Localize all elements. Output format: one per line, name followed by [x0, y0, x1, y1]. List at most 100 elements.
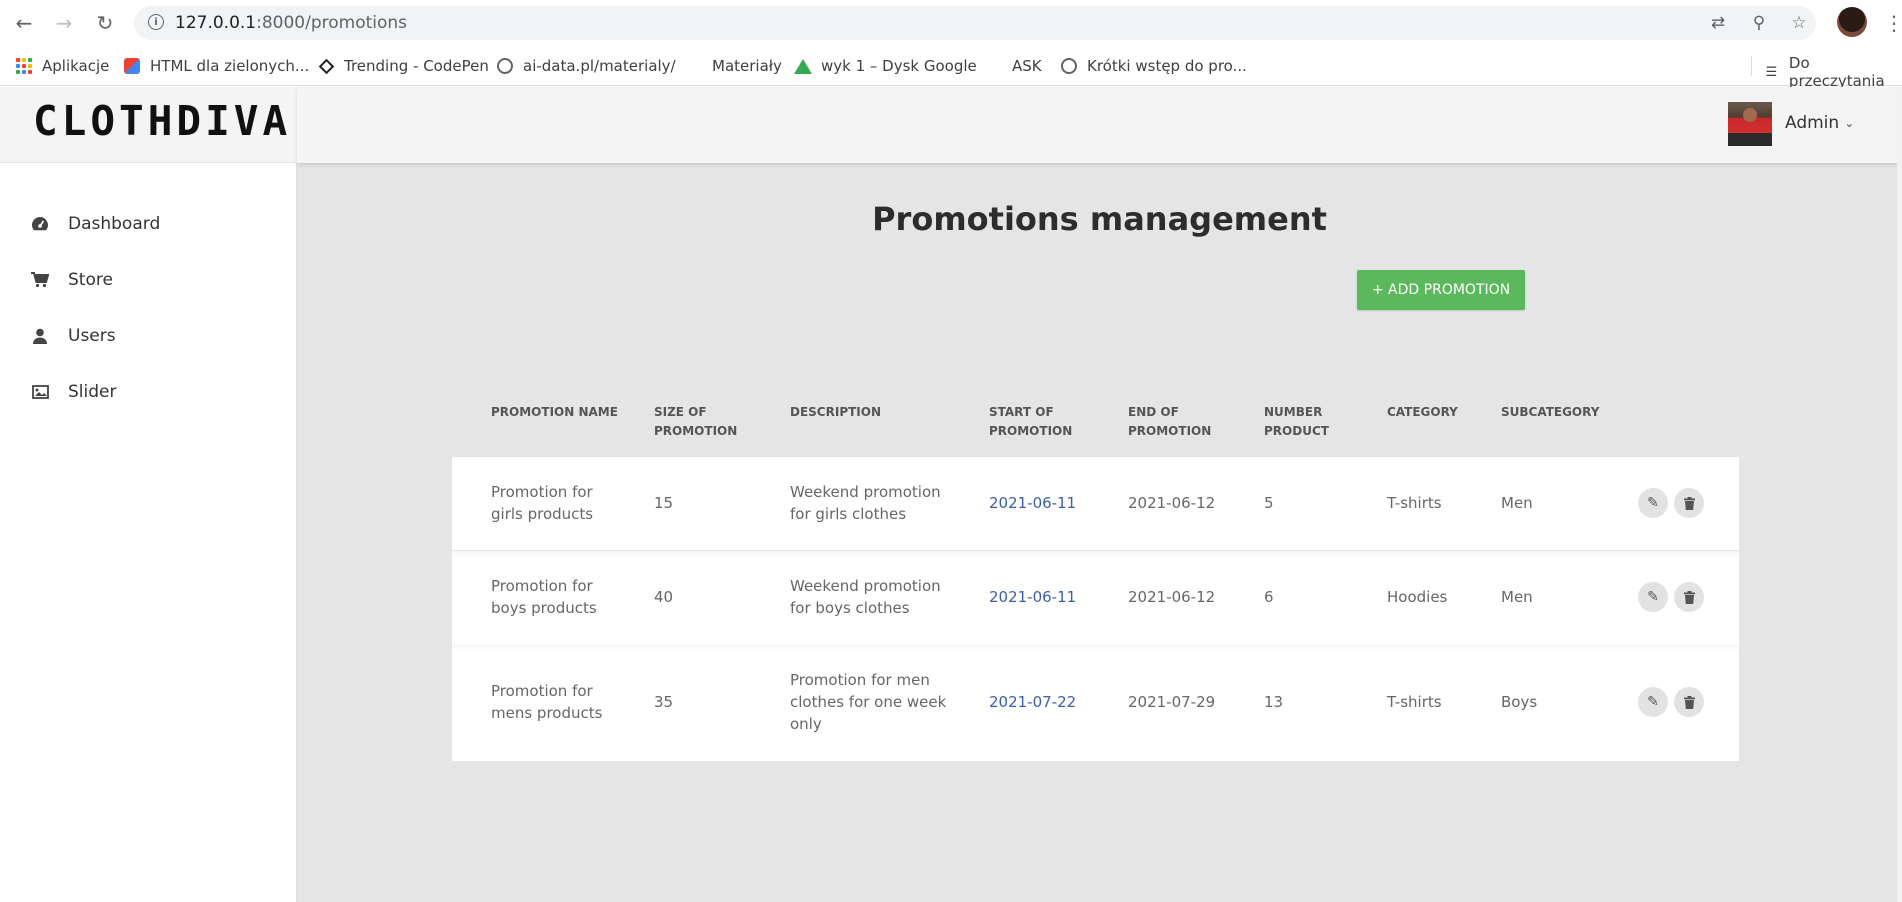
admin-menu[interactable]: Admin ⌄ [1785, 113, 1854, 133]
sidebar-item-users[interactable]: Users [30, 321, 116, 351]
bookmark-label: HTML dla zielonych... [150, 57, 310, 75]
description-cell: Promotion for men clothes for one week onl… [790, 671, 947, 733]
sidebar-item-label: Store [68, 270, 113, 290]
table-row: Promotion for boys products 40 Weekend pr… [452, 551, 1739, 645]
promotion-name-cell: Promotion for mens products [491, 682, 603, 722]
delete-button[interactable] [1674, 488, 1704, 518]
column-header[interactable]: START OF PROMOTION [989, 403, 1072, 441]
bookmark-ai-data[interactable]: ai-data.pl/materialy/ [497, 54, 676, 78]
cart-icon [30, 270, 50, 290]
bookmark-label: ai-data.pl/materialy/ [523, 57, 676, 75]
logo-area: CLOTHDIVA [0, 87, 297, 163]
bookmarks-bar: Aplikacje HTML dla zielonych... Trending… [0, 46, 1902, 90]
reading-list-button[interactable]: ☰ Do przeczytania [1764, 54, 1902, 90]
sidebar-item-label: Dashboard [68, 214, 161, 234]
avatar[interactable] [1728, 102, 1772, 146]
bookmark-label: ASK [1012, 57, 1042, 75]
trash-icon [1683, 695, 1695, 709]
reading-list-icon: ☰ [1765, 64, 1778, 80]
bookmark-google-drive[interactable]: wyk 1 – Dysk Google [794, 54, 977, 78]
bookmark-label: wyk 1 – Dysk Google [821, 57, 977, 75]
codepen-icon [318, 58, 334, 74]
zoom-icon[interactable]: ⚲ [1748, 12, 1770, 34]
start-date-cell[interactable]: 2021-07-22 [989, 691, 1076, 713]
sidebar-item-label: Users [68, 326, 116, 346]
category-cell: T-shirts [1387, 494, 1442, 512]
end-date-cell: 2021-06-12 [1128, 494, 1216, 512]
url-text[interactable]: 127.0.0.1:8000/promotions [175, 13, 407, 33]
image-icon [30, 382, 50, 402]
dashboard-icon [30, 214, 50, 234]
page-title: Promotions management [872, 200, 1327, 238]
size-cell: 35 [654, 693, 674, 711]
sidebar-item-dashboard[interactable]: Dashboard [30, 209, 160, 239]
bookmark-krotki-wstep[interactable]: Krótki wstęp do pro... [1061, 54, 1247, 78]
table-row: Promotion for mens products 35 Promotion … [452, 645, 1739, 761]
column-header[interactable]: NUMBER PRODUCT [1264, 403, 1329, 441]
add-promotion-button[interactable]: + ADD PROMOTION [1357, 270, 1525, 310]
apps-icon [16, 58, 32, 74]
number-product-cell: 5 [1264, 494, 1274, 512]
bookmark-html[interactable]: HTML dla zielonych... [124, 54, 309, 78]
end-date-cell: 2021-07-29 [1128, 693, 1216, 711]
sidebar-item-store[interactable]: Store [30, 265, 113, 295]
translate-icon[interactable]: ⇄ [1707, 12, 1729, 34]
subcategory-cell: Boys [1501, 693, 1538, 711]
table-row: Promotion for girls products 15 Weekend p… [452, 457, 1739, 550]
delete-button[interactable] [1674, 687, 1704, 717]
back-arrow-icon[interactable]: ← [11, 10, 37, 36]
pencil-icon: ✎ [1647, 589, 1659, 605]
sidebar-item-slider[interactable]: Slider [30, 377, 116, 407]
profile-avatar[interactable] [1837, 7, 1867, 37]
delete-button[interactable] [1674, 582, 1704, 612]
bookmark-label: Trending - CodePen [344, 57, 489, 75]
app-root: CLOTHDIVA Dashboard Store Users Slider A… [0, 87, 1902, 902]
bookmark-label: Materiały [712, 57, 782, 75]
end-date-cell: 2021-06-12 [1128, 588, 1216, 606]
browser-menu-icon[interactable]: ⋮ [1884, 10, 1902, 36]
site-info-icon[interactable]: i [148, 14, 164, 30]
bookmark-apps[interactable]: Aplikacje [16, 54, 109, 78]
column-header[interactable]: DESCRIPTION [790, 403, 881, 422]
table-header: PROMOTION NAME SIZE OF PROMOTION DESCRIPT… [452, 403, 1739, 443]
html-bookmark-icon [124, 58, 140, 74]
reload-icon[interactable]: ↻ [92, 10, 118, 36]
star-icon[interactable]: ☆ [1788, 12, 1810, 34]
edit-button[interactable]: ✎ [1638, 488, 1668, 518]
subcategory-cell: Men [1501, 588, 1533, 606]
forward-arrow-icon[interactable]: → [51, 10, 77, 36]
column-header[interactable]: SIZE OF PROMOTION [654, 403, 737, 441]
browser-toolbar: ← → ↻ i 127.0.0.1:8000/promotions ⇄ ⚲ ☆ … [0, 0, 1902, 46]
start-date-cell[interactable]: 2021-06-11 [989, 586, 1076, 608]
category-cell: Hoodies [1387, 588, 1448, 606]
url-host: 127.0.0.1 [175, 13, 257, 33]
number-product-cell: 6 [1264, 588, 1274, 606]
pencil-icon: ✎ [1647, 694, 1659, 710]
bookmark-separator [1751, 56, 1752, 76]
logo[interactable]: CLOTHDIVA [33, 97, 291, 145]
column-header[interactable]: CATEGORY [1387, 403, 1458, 422]
start-date-cell[interactable]: 2021-06-11 [989, 492, 1076, 514]
trash-icon [1683, 590, 1695, 604]
bookmark-ask[interactable]: ASK [1012, 54, 1042, 78]
column-header[interactable]: END OF PROMOTION [1128, 403, 1211, 441]
column-header[interactable]: PROMOTION NAME [491, 403, 618, 422]
column-header[interactable]: SUBCATEGORY [1501, 403, 1599, 422]
number-product-cell: 13 [1264, 693, 1284, 711]
globe-icon [1061, 58, 1077, 74]
edit-button[interactable]: ✎ [1638, 687, 1668, 717]
globe-icon [497, 58, 513, 74]
sidebar-item-label: Slider [68, 382, 117, 402]
promotion-name-cell: Promotion for girls products [491, 483, 594, 523]
user-icon [30, 326, 50, 346]
edit-button[interactable]: ✎ [1638, 582, 1668, 612]
sidebar: CLOTHDIVA Dashboard Store Users Slider [0, 87, 297, 902]
description-cell: Weekend promotion for boys clothes [790, 577, 941, 617]
scrollbar[interactable] [1897, 87, 1902, 902]
bookmark-label: Aplikacje [42, 57, 110, 75]
size-cell: 15 [654, 494, 674, 512]
bookmark-label: Krótki wstęp do pro... [1087, 57, 1247, 75]
top-header: Admin ⌄ [297, 87, 1902, 163]
bookmark-materialy[interactable]: Materiały [712, 54, 782, 78]
bookmark-codepen[interactable]: Trending - CodePen [318, 54, 489, 78]
